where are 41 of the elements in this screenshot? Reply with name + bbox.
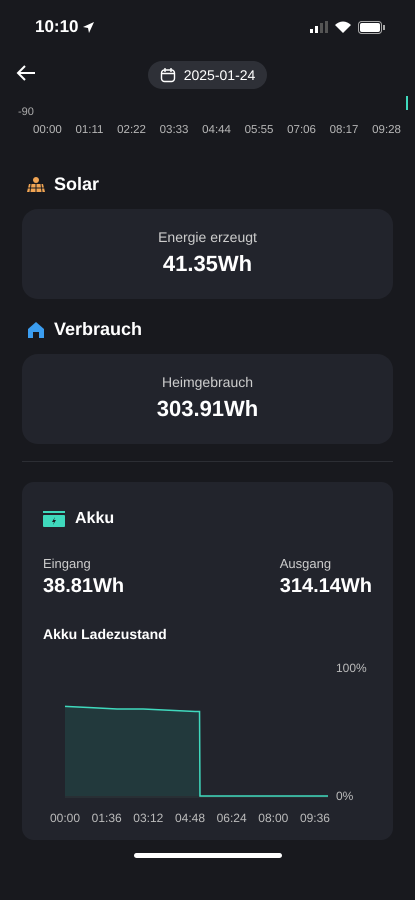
- x-tick-label: 02:22: [117, 124, 146, 136]
- x-tick-label: 01:11: [76, 124, 104, 136]
- house-icon: [26, 320, 46, 340]
- stat-value: 38.81Wh: [43, 575, 124, 598]
- stat-value: 314.14Wh: [280, 575, 372, 598]
- section-title: Verbrauch: [54, 319, 142, 340]
- stat-value: 303.91Wh: [156, 396, 260, 422]
- x-tick-label: 05:55: [244, 124, 274, 136]
- x-tick-label: 07:06: [287, 124, 316, 136]
- x-tick-label: 01:36: [92, 811, 122, 825]
- x-tick-label: 04:48: [174, 811, 205, 825]
- stat-value: 41.35Wh: [162, 251, 254, 277]
- stat-label: Eingang: [43, 556, 92, 571]
- battery-icon: [358, 20, 385, 34]
- x-tick-label: 08:17: [330, 124, 358, 136]
- clock-time: 10:10: [35, 17, 78, 37]
- x-tick-label: 03:33: [160, 124, 188, 136]
- stat-label: Heimgebrauch: [160, 374, 254, 390]
- y-tick-label: 0%: [336, 789, 354, 803]
- stat-label: Energie erzeugt: [157, 229, 258, 245]
- y-tick-label: -90: [18, 106, 34, 118]
- y-tick-label: 100%: [336, 661, 367, 675]
- x-tick-label: 00:00: [33, 124, 62, 136]
- x-tick-label: 00:00: [50, 811, 80, 825]
- x-tick-label: 04:44: [202, 124, 231, 136]
- location-arrow-icon: [82, 20, 96, 34]
- wifi-icon: [335, 21, 351, 33]
- calendar-icon: [160, 67, 176, 83]
- x-tick-label: 06:24: [216, 811, 247, 825]
- section-title: Akku: [75, 510, 114, 528]
- section-title: Solar: [54, 174, 100, 195]
- chart-title: Akku Ladezustand: [43, 626, 168, 642]
- battery-charge-icon: [43, 511, 65, 527]
- x-tick-label: 08:00: [258, 811, 288, 825]
- x-tick-label: 03:12: [133, 811, 164, 825]
- x-tick-label: 09:36: [300, 811, 330, 825]
- solar-panel-icon: [26, 174, 46, 194]
- date-picker[interactable]: 2025-01-24: [148, 61, 268, 89]
- x-tick-label: 09:28: [372, 124, 401, 136]
- signal-icon: [310, 21, 328, 33]
- stat-label: Ausgang: [280, 556, 332, 571]
